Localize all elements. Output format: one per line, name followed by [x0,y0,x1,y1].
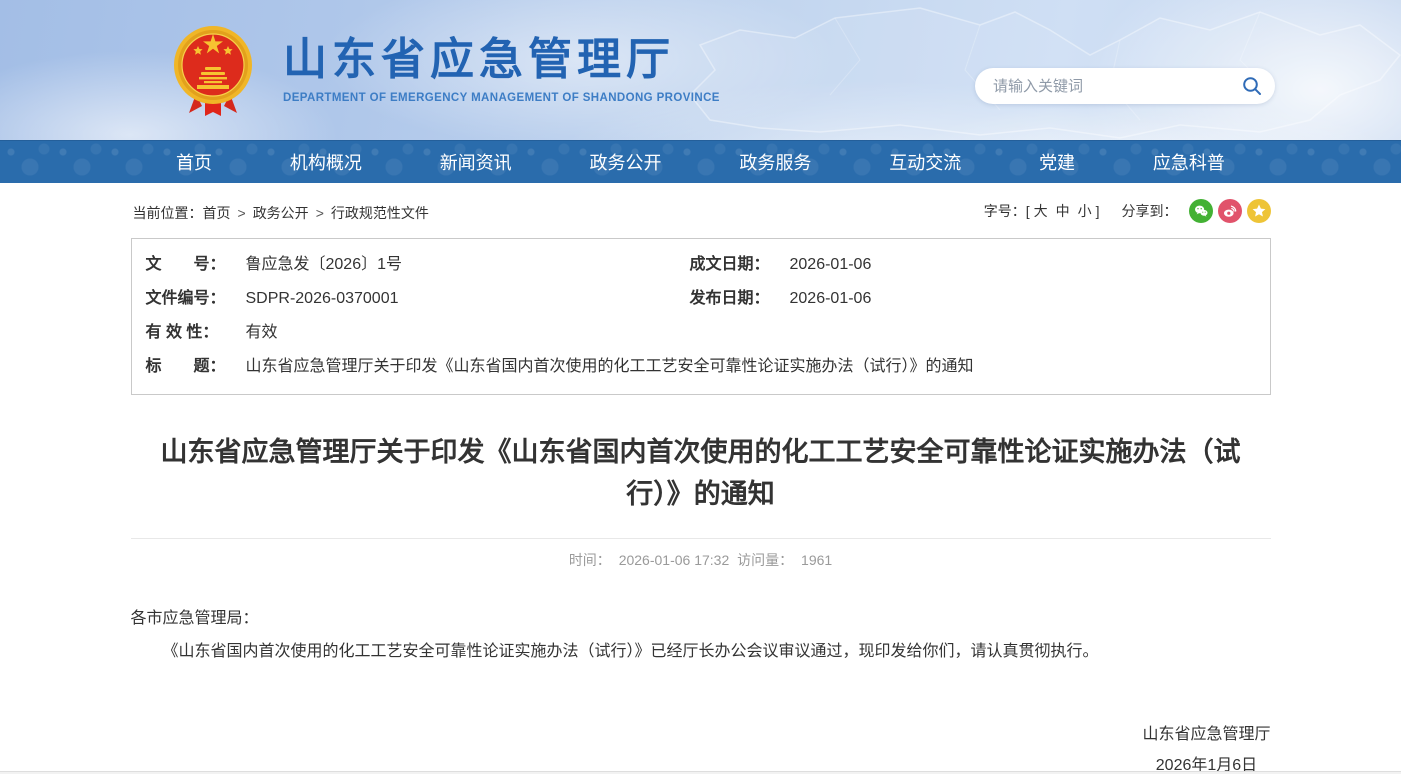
page: 山东省应急管理厅 DEPARTMENT OF EMERGENCY MANAGEM… [0,0,1401,774]
breadcrumb-gov-affairs[interactable]: 政务公开 [253,205,309,221]
font-size-suffix: ] [1096,203,1100,219]
font-size-medium-button[interactable]: 中 [1056,201,1070,221]
nav-item-gov-services[interactable]: 政务服务 [739,149,811,175]
visits-value: 1961 [801,552,832,568]
breadcrumb-prefix: 当前位置： [133,205,203,221]
meta-row-validity: 有 效 性： 有效 [132,316,1270,350]
visits-label: 访问量： [737,552,793,568]
article-paragraph: 《山东省国内首次使用的化工工艺安全可靠性论证实施办法（试行）》已经厅长办公会议审… [131,636,1271,667]
title-divider [131,538,1271,539]
share-label: 分享到： [1122,201,1178,221]
breadcrumb-separator: > [316,205,324,221]
breadcrumb-current: 行政规范性文件 [331,205,429,221]
signer-name: 山东省应急管理厅 [1142,719,1270,750]
font-size-large-button[interactable]: 大 [1034,201,1048,221]
article-title: 山东省应急管理厅关于印发《山东省国内首次使用的化工工艺安全可靠性论证实施办法（试… [159,431,1243,515]
article-salutation: 各市应急管理局： [131,603,1271,634]
nav-item-about[interactable]: 机构概况 [290,149,362,175]
nav-item-news[interactable]: 新闻资讯 [440,149,512,175]
doc-title-value: 山东省应急管理厅关于印发《山东省国内首次使用的化工工艺安全可靠性论证实施办法（试… [246,350,974,384]
content-container: 当前位置：首页 > 政务公开 > 行政规范性文件 字号：[ 大 中 小 ] 分享到： [131,199,1271,781]
breadcrumb-separator: > [238,205,246,221]
main-nav: 首页 机构概况 新闻资讯 政务公开 政务服务 互动交流 党建 应急科普 [0,140,1401,183]
publish-date-label: 发布日期： [690,282,790,316]
doc-title-label: 标 题： [146,350,246,384]
page-toolbar: 字号：[ 大 中 小 ] 分享到： [984,199,1271,223]
nav-item-party[interactable]: 党建 [1039,149,1075,175]
file-code-label: 文件编号： [146,282,246,316]
article-body: 各市应急管理局： 《山东省国内首次使用的化工工艺安全可靠性论证实施办法（试行）》… [131,603,1271,781]
nav-item-gov-affairs[interactable]: 政务公开 [590,149,662,175]
doc-number-value: 鲁应急发〔2026〕1号 [246,248,676,282]
site-title: 山东省应急管理厅 [283,36,720,84]
site-title-english: DEPARTMENT OF EMERGENCY MANAGEMENT OF SH… [283,92,720,104]
search-input[interactable] [993,78,1241,95]
publish-date-value: 2026-01-06 [790,282,872,316]
share-weibo-icon[interactable] [1218,199,1242,223]
breadcrumb-toolbar-row: 当前位置：首页 > 政务公开 > 行政规范性文件 字号：[ 大 中 小 ] 分享到： [131,199,1271,223]
meta-row-title: 标 题： 山东省应急管理厅关于印发《山东省国内首次使用的化工工艺安全可靠性论证实… [132,350,1270,384]
sign-date: 2026年1月6日 [1142,750,1270,781]
meta-row-file-code: 文件编号： SDPR-2026-0370001 发布日期： 2026-01-06 [132,282,1270,316]
search-icon[interactable] [1241,75,1263,97]
nav-item-home[interactable]: 首页 [176,149,212,175]
meta-row-doc-number: 文 号： 鲁应急发〔2026〕1号 成文日期： 2026-01-06 [132,248,1270,282]
font-size-small-button[interactable]: 小 [1078,201,1092,221]
document-meta-table: 文 号： 鲁应急发〔2026〕1号 成文日期： 2026-01-06 文件编号：… [131,238,1271,395]
time-label: 时间： [569,552,611,568]
site-logo[interactable]: 山东省应急管理厅 DEPARTMENT OF EMERGENCY MANAGEM… [163,20,720,120]
share-wechat-icon[interactable] [1189,199,1213,223]
breadcrumb-home[interactable]: 首页 [203,205,231,221]
search-box [975,68,1275,104]
nav-item-science[interactable]: 应急科普 [1153,149,1225,175]
national-emblem-icon [163,20,263,120]
brand-text: 山东省应急管理厅 DEPARTMENT OF EMERGENCY MANAGEM… [283,36,720,103]
validity-label: 有 效 性： [146,316,246,350]
share-qzone-icon[interactable] [1247,199,1271,223]
file-code-value: SDPR-2026-0370001 [246,282,676,316]
font-size-prefix: 字号：[ [984,201,1030,221]
breadcrumb: 当前位置：首页 > 政务公开 > 行政规范性文件 [131,203,429,223]
nav-item-interaction[interactable]: 互动交流 [889,149,961,175]
main-nav-inner: 首页 机构概况 新闻资讯 政务公开 政务服务 互动交流 党建 应急科普 [128,141,1273,183]
written-date-label: 成文日期： [690,248,790,282]
article-meta-line: 时间： 2026-01-06 17:32 访问量： 1961 [131,550,1271,570]
doc-number-label: 文 号： [146,248,246,282]
time-value: 2026-01-06 17:32 [619,552,730,568]
site-header: 山东省应急管理厅 DEPARTMENT OF EMERGENCY MANAGEM… [0,0,1401,140]
written-date-value: 2026-01-06 [790,248,872,282]
validity-value: 有效 [246,316,278,350]
